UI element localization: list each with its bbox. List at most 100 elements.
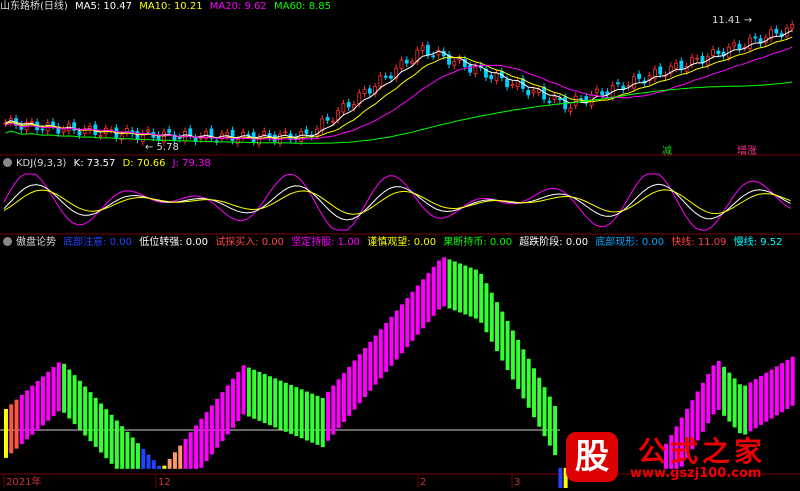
indicator-settings-icon[interactable] [3,158,12,167]
candle-body [404,59,409,64]
trend-bar [405,298,410,348]
trend-bar [114,420,119,469]
trend-bar [109,414,114,464]
candle-body [552,95,557,100]
trend-bar [88,392,93,442]
trend-bar [336,379,341,429]
candle-body [558,98,562,101]
trend-bar [484,283,489,333]
candle-body [330,120,335,123]
trend-bar [320,398,325,448]
trend-bar [273,378,278,428]
trend-bar [421,279,426,329]
trend-bar [25,390,30,440]
trend-bar [426,273,431,323]
trend-bar [394,310,399,360]
candle-body [531,89,536,94]
trend-bar [727,372,732,422]
legend-oversold: 超跌阶段: 0.00 [519,237,589,248]
trend-bar [748,382,753,432]
trend-bar [304,391,309,441]
candle-body [473,66,478,74]
price-high-label: 11.41 → [712,15,752,26]
price-low-label: ← 5.78 [145,142,179,153]
trend-bar [40,376,45,426]
trend-bar [785,359,790,409]
trend-bar [700,382,705,432]
candle-body [325,117,330,121]
candle-body [790,23,795,29]
trend-bar [56,362,61,412]
ma20-line [5,46,793,140]
trend-bar [215,398,220,448]
candle-body [283,131,288,134]
candle-body [352,104,356,109]
trend-bar [331,385,336,435]
legend-watch: 谨慎观望: 0.00 [367,237,437,248]
candle-body [425,44,430,56]
candle-body [452,60,457,66]
candle-body [695,57,700,60]
trend-bar [468,267,473,317]
trend-bar [341,373,346,423]
candle-body [573,95,578,106]
x-tick-label: 2021年 [6,475,41,488]
candle-body [45,122,50,132]
trend-bar [368,341,373,391]
trend-bar [473,269,478,319]
trend-bar [442,257,447,307]
trend-bar [505,321,510,370]
trend-bar [4,408,8,458]
trend-bar [268,376,272,426]
trend-bar [431,266,436,316]
ma10-label: MA10: 10.21 [139,1,203,12]
trend-bar [537,377,542,427]
candle-body [600,91,605,95]
indicator-settings-icon[interactable] [3,237,12,246]
trend-bar [194,425,199,469]
candle-body [753,36,758,39]
candle-body [304,129,309,134]
candle-body [494,72,499,81]
candle-body [299,131,304,142]
trend-bar [283,382,288,432]
trend-bar [246,367,251,417]
trend-bar [231,378,235,428]
trend-bar [326,391,331,441]
candle-body [378,75,383,87]
trend-bar [209,405,214,455]
candle-body [468,64,473,73]
trend-bar [204,412,209,462]
trend-bar [72,375,77,425]
candle-body [568,107,573,112]
candle-body [711,49,715,56]
trend-bar [14,399,19,449]
legend-slow-line: 慢线: 9.52 [733,237,783,248]
trend-bar [463,265,468,315]
trend-bar [479,273,484,323]
candle-body [594,88,599,93]
trend-bar [352,360,357,410]
trend-bar [289,384,294,434]
kdj-panel-header: KDJ(9,3,3) K: 73.57 D: 70.66 J: 79.38 [0,157,215,171]
candle-body [616,82,620,85]
trend-bar [722,366,727,416]
candle-body [346,102,351,108]
trend-bar [225,385,230,435]
candle-body [167,129,172,133]
trend-bar [516,339,521,389]
trend-bar [400,304,404,354]
trend-bar [373,335,378,385]
trend-bar [162,465,167,469]
trend-bar [9,404,14,454]
legend-hold: 坚定持股: 1.00 [291,237,361,248]
candle-body [177,137,182,140]
candle-body [40,128,45,131]
trend-bar [458,263,463,313]
trend-bar [780,363,785,413]
trend-bar [141,448,146,469]
trend-bar [495,302,499,352]
trend-bar [706,374,711,424]
trend-bar [299,389,304,439]
trend-title: 傲盘论势 [16,237,56,248]
